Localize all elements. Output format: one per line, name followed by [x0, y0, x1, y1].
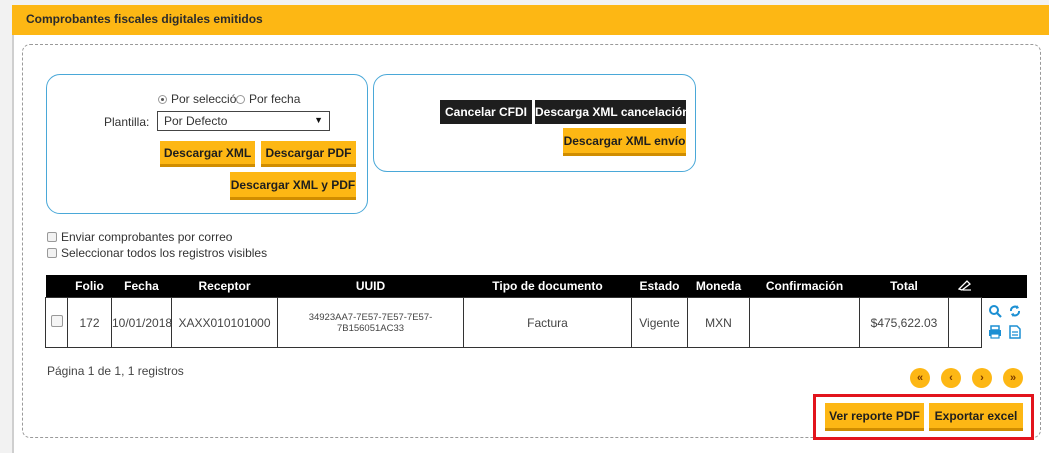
chevron-down-icon: ▼	[314, 115, 323, 125]
pagination-info: Página 1 de 1, 1 registros	[47, 364, 184, 378]
cell-actions	[981, 297, 1027, 348]
cell-estado: Vigente	[631, 297, 688, 348]
cell-confirmacion	[749, 297, 860, 348]
radio-selected-icon	[158, 95, 167, 104]
col-estado[interactable]: Estado	[631, 275, 688, 298]
cell-uuid: 34923AA7-7E57-7E57-7E57-7B156051AC33	[277, 297, 464, 348]
download-xml-cancel-button[interactable]: Descarga XML cancelación	[535, 100, 690, 124]
col-receptor[interactable]: Receptor	[171, 275, 278, 298]
row-select-cell	[45, 297, 68, 348]
col-tipo-documento[interactable]: Tipo de documento	[463, 275, 632, 298]
col-fecha[interactable]: Fecha	[111, 275, 172, 298]
cell-folio: 172	[67, 297, 112, 348]
document-icon[interactable]	[1008, 325, 1022, 341]
template-label: Plantilla:	[104, 115, 150, 129]
cell-edit	[948, 297, 982, 348]
row-actions	[982, 298, 1027, 347]
col-confirmacion[interactable]: Confirmación	[749, 275, 860, 298]
invoices-table: Folio Fecha Receptor UUID Tipo de docume…	[45, 275, 1027, 348]
cancel-cfdi-button[interactable]: Cancelar CFDI	[440, 100, 532, 124]
col-moneda[interactable]: Moneda	[687, 275, 750, 298]
download-xml-pdf-button[interactable]: Descargar XML y PDF	[230, 172, 356, 200]
view-pdf-report-button[interactable]: Ver reporte PDF	[825, 403, 924, 431]
radio-icon	[236, 95, 245, 104]
cell-moneda: MXN	[687, 297, 750, 348]
title-bar: Comprobantes fiscales digitales emitidos	[12, 5, 1049, 35]
download-xml-send-button[interactable]: Descargar XML envío	[563, 128, 686, 156]
col-uuid[interactable]: UUID	[277, 275, 464, 298]
col-total[interactable]: Total	[859, 275, 949, 298]
col-select	[45, 275, 68, 298]
send-email-checkbox[interactable]	[47, 232, 57, 242]
template-select[interactable]: Por Defecto ▼	[157, 111, 330, 131]
cell-total: $475,622.03	[859, 297, 949, 348]
next-page-button[interactable]: ›	[972, 368, 992, 388]
cell-receptor: XAXX010101000	[171, 297, 278, 348]
edit-icon	[957, 279, 971, 291]
last-page-button[interactable]: »	[1003, 368, 1023, 388]
download-xml-button[interactable]: Descargar XML	[160, 141, 255, 167]
radio-por-seleccion[interactable]: Por selección	[158, 92, 243, 106]
select-all-checkbox[interactable]	[47, 248, 57, 258]
radio-por-fecha[interactable]: Por fecha	[236, 92, 300, 106]
row-checkbox[interactable]	[50, 315, 63, 327]
cell-tipo: Factura	[463, 297, 632, 348]
table-row: 172 10/01/2018 XAXX010101000 34923AA7-7E…	[45, 297, 1027, 348]
download-pdf-button[interactable]: Descargar PDF	[261, 141, 356, 167]
page-title: Comprobantes fiscales digitales emitidos	[26, 12, 263, 26]
select-all-option[interactable]: Seleccionar todos los registros visibles	[47, 246, 267, 260]
table-header-row: Folio Fecha Receptor UUID Tipo de docume…	[45, 275, 1027, 298]
send-email-option[interactable]: Enviar comprobantes por correo	[47, 230, 232, 244]
print-icon[interactable]	[988, 325, 1002, 341]
first-page-button[interactable]: «	[910, 368, 930, 388]
search-icon[interactable]	[988, 304, 1002, 320]
export-excel-button[interactable]: Exportar excel	[929, 403, 1023, 431]
col-edit	[948, 275, 982, 298]
col-actions	[981, 275, 1027, 298]
prev-page-button[interactable]: ‹	[941, 368, 961, 388]
template-select-value: Por Defecto	[164, 114, 228, 128]
refresh-icon[interactable]	[1008, 304, 1022, 320]
cell-fecha: 10/01/2018	[111, 297, 172, 348]
col-folio[interactable]: Folio	[67, 275, 112, 298]
